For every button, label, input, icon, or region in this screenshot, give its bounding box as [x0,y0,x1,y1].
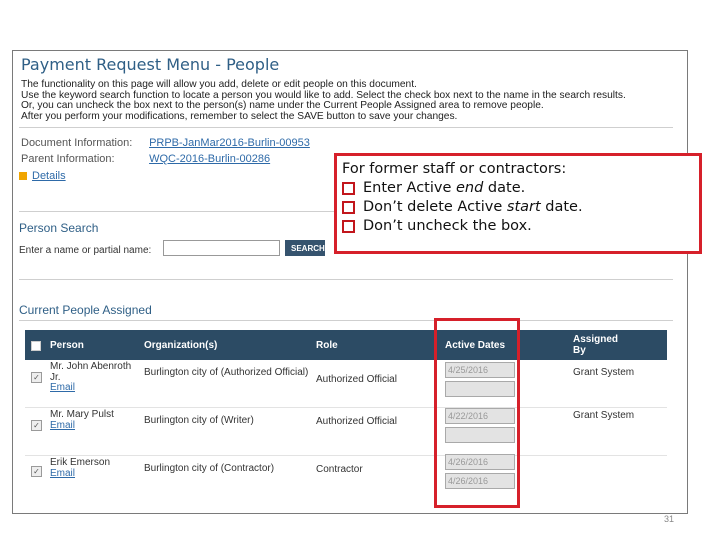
instruction-callout: For former staff or contractors: Enter A… [334,153,702,254]
callout-text: date. [540,199,583,215]
details-label: Details [32,170,66,182]
callout-heading: For former staff or contractors: [342,161,567,177]
current-people-title: Current People Assigned [19,303,152,317]
slide-number: 31 [664,514,675,524]
person-search-title: Person Search [19,221,99,235]
divider [19,320,673,321]
divider [19,279,673,280]
table-row: ✓ Mr. John Abenroth Jr. Email Burlington… [25,360,667,408]
divider [19,127,673,128]
role-cell: Authorized Official [316,374,397,385]
org-cell: Burlington city of (Contractor) [144,463,275,474]
checkbox-bullet-icon [342,181,355,195]
parent-info: Parent Information: WQC-2016-Burlin-0028… [21,153,270,165]
table-row: ✓ Mr. Mary Pulst Email Burlington city o… [25,408,667,456]
search-input[interactable] [163,240,280,256]
org-cell: Burlington city of (Writer) [144,415,254,426]
callout-text: Enter Active [363,180,456,196]
callout-item: Don’t delete Active start date. [342,199,699,215]
col-assigned-by: Assigned By [573,334,619,356]
page-title: Payment Request Menu - People [21,55,280,74]
table-header: Person Organization(s) Role Active Dates… [25,330,667,360]
checkbox-bullet-icon [342,219,355,233]
document-info: Document Information: PRPB-JanMar2016-Bu… [21,137,310,149]
role-cell: Contractor [316,464,363,475]
active-dates-highlight [434,318,520,508]
person-name: Mr. Mary Pulst [50,409,114,420]
select-all-checkbox[interactable] [31,341,41,351]
org-cell: Burlington city of (Authorized Official) [144,367,309,378]
email-link[interactable]: Email [50,382,140,394]
intro-text: The functionality on this page will allo… [21,79,681,123]
person-name: Erik Emerson [50,457,111,468]
col-person: Person [50,340,84,351]
row-checkbox[interactable]: ✓ [31,466,42,477]
checkbox-bullet-icon [342,200,355,214]
role-cell: Authorized Official [316,416,397,427]
callout-text: Don’t delete Active [363,199,507,215]
callout-item: Don’t uncheck the box. [342,218,699,234]
document-info-label: Document Information: [21,137,133,149]
people-table: Person Organization(s) Role Active Dates… [25,330,667,503]
person-cell: Erik Emerson Email [50,457,140,480]
callout-text: date. [483,180,526,196]
search-button[interactable]: SEARCH [285,240,325,256]
details-arrow-icon [19,172,27,181]
parent-info-label: Parent Information: [21,153,115,165]
email-link[interactable]: Email [50,420,140,432]
callout-text: Don’t uncheck the box. [363,218,532,234]
col-org: Organization(s) [144,340,218,351]
assigned-by-cell: Grant System [573,367,635,378]
parent-info-link[interactable]: WQC-2016-Burlin-00286 [149,153,270,165]
callout-item: Enter Active end date. [342,180,699,196]
assigned-by-cell: Grant System [573,410,635,421]
table-row: ✓ Erik Emerson Email Burlington city of … [25,454,667,503]
intro-line: The functionality on this page will allo… [21,79,417,90]
details-link[interactable]: Details [19,170,66,182]
person-cell: Mr. Mary Pulst Email [50,409,140,432]
callout-emphasis: start [506,199,541,215]
intro-line-text: After you perform your modifications, re… [21,110,458,122]
col-role: Role [316,340,338,351]
callout-emphasis: end [456,180,484,196]
intro-line: After you perform your modifications, re… [21,110,681,123]
page-frame: Payment Request Menu - People The functi… [12,50,688,514]
search-label: Enter a name or partial name: [19,245,152,256]
row-checkbox[interactable]: ✓ [31,372,42,383]
person-name: Mr. John Abenroth Jr. [50,361,132,383]
row-checkbox[interactable]: ✓ [31,420,42,431]
email-link[interactable]: Email [50,468,140,480]
document-info-link[interactable]: PRPB-JanMar2016-Burlin-00953 [149,137,310,149]
person-cell: Mr. John Abenroth Jr. Email [50,361,140,394]
